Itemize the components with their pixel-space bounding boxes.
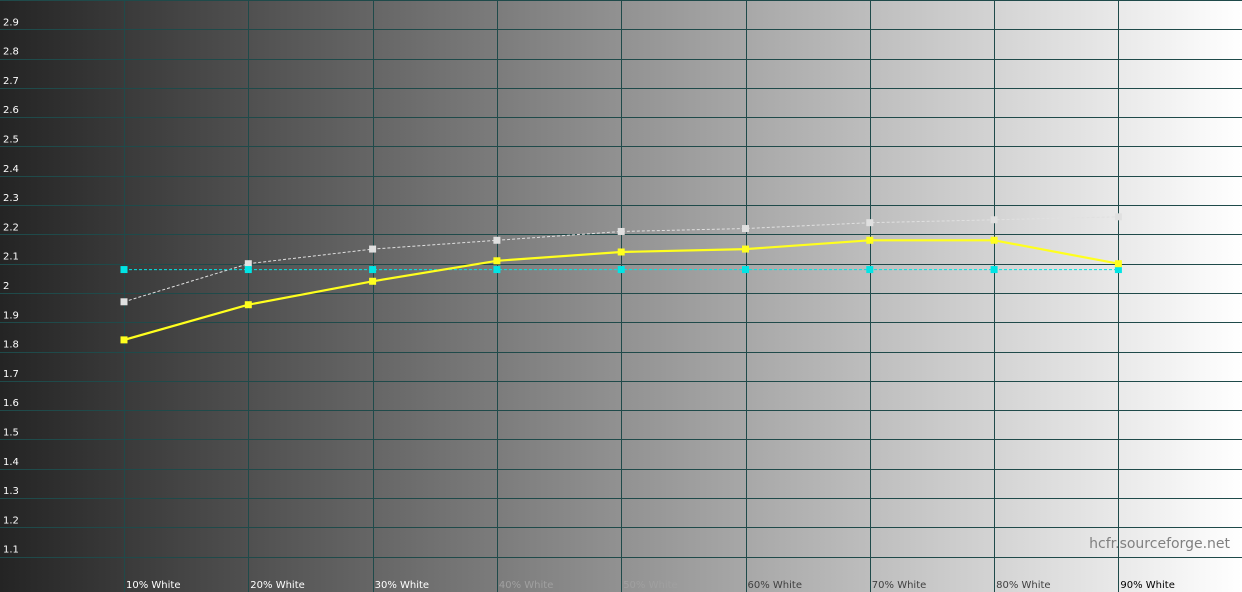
data-point-target [617,266,625,274]
x-tick-label: 50% White [623,580,677,591]
data-point-measured [244,301,252,309]
y-tick-label: 1.6 [3,398,19,409]
y-tick-label: 2.4 [3,164,19,175]
x-tick-label: 20% White [250,580,304,591]
data-point-measured [742,245,749,253]
y-tick-label: 2.9 [3,17,19,28]
x-tick-label: 70% White [872,580,926,591]
x-tick-label: 10% White [126,580,180,591]
y-tick-label: 2.1 [3,252,19,263]
data-point-measured [866,236,874,244]
data-point-white [1114,213,1122,221]
data-point-measured [493,257,501,265]
x-tick-label: 60% White [748,580,802,591]
y-tick-label: 1.8 [3,340,19,351]
data-point-measured [990,236,998,244]
data-point-target [742,266,749,274]
data-point-target [493,266,501,274]
y-tick-label: 1.7 [3,369,19,380]
data-point-white [742,225,749,233]
y-tick-label: 1.1 [3,545,19,556]
x-tick-label: 90% White [1120,580,1174,591]
x-tick-label: 80% White [996,580,1050,591]
x-tick-label: 30% White [375,580,429,591]
data-point-target [244,266,252,274]
data-point-white [866,219,874,227]
y-tick-label: 1.4 [3,457,19,468]
data-point-measured [120,336,128,344]
y-tick-label: 2.2 [3,222,19,233]
data-point-white [493,236,501,244]
data-point-target [866,266,874,274]
y-tick-label: 2.5 [3,135,19,146]
y-tick-label: 2.6 [3,105,19,116]
data-point-target [990,266,998,274]
data-point-white [120,298,128,306]
y-tick-label: 1.9 [3,310,19,321]
data-point-measured [617,248,625,256]
watermark: hcfr.sourceforge.net [1089,536,1230,552]
y-tick-label: 2.3 [3,193,19,204]
data-point-measured [1114,260,1122,268]
data-point-white [990,216,998,224]
y-tick-label: 1.2 [3,515,19,526]
data-point-white [617,227,625,235]
x-axis-ticks: 10% White 20% White 30% White 40% White 50% … [126,580,1175,591]
chart-svg: 1.1 1.2 1.3 1.4 1.5 1.6 1.7 1.8 1.9 2 2.1 2.2 2.3 2.4… [0,0,1242,592]
y-tick-label: 2.7 [3,76,19,87]
gamma-chart: 1.1 1.2 1.3 1.4 1.5 1.6 1.7 1.8 1.9 2 2.1 2.2 2.3 2.4… [0,0,1242,592]
data-point-target [369,266,377,274]
data-point-measured [369,277,377,285]
y-tick-label: 1.3 [3,486,19,497]
y-tick-label: 1.5 [3,428,19,439]
x-tick-label: 40% White [499,580,553,591]
y-tick-label: 2.8 [3,47,19,58]
data-point-white [369,245,377,253]
data-point-target [120,266,128,274]
y-tick-label: 2 [3,281,9,292]
